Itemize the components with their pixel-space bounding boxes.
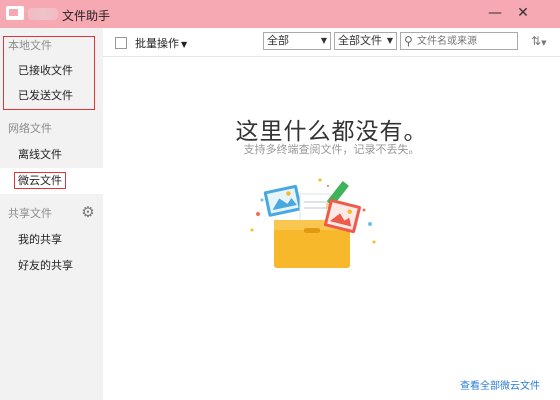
- sidebar: 本地文件 已接收文件 已发送文件 网络文件 离线文件 微云文件 共享文件 ⚙ 我…: [0, 28, 103, 400]
- empty-folder-illustration: [250, 178, 376, 268]
- type-filter-value: 全部: [267, 34, 289, 47]
- search-input[interactable]: [417, 34, 513, 48]
- sidebar-item-label: 微云文件: [14, 172, 66, 189]
- sort-button[interactable]: ⇅▼: [531, 34, 546, 48]
- sidebar-item-label: 已发送文件: [18, 89, 73, 102]
- sidebar-item-weiyun[interactable]: 微云文件: [0, 168, 103, 194]
- gear-icon[interactable]: ⚙: [80, 204, 96, 220]
- toolbar: 批量操作▼ 全部 ▼ 全部文件 ▼ ⚲ ⇅▼: [103, 28, 560, 57]
- sidebar-item-sent[interactable]: 已发送文件: [0, 83, 103, 109]
- section-header-local: 本地文件: [8, 39, 52, 52]
- section-header-network: 网络文件: [8, 122, 52, 135]
- chevron-down-icon: ▼: [541, 39, 547, 47]
- category-filter-select[interactable]: 全部文件 ▼: [334, 32, 397, 50]
- title-bar: 文件助手 — ✕: [0, 0, 560, 28]
- sidebar-item-friends-share[interactable]: 好友的共享: [0, 253, 103, 279]
- sidebar-item-offline[interactable]: 离线文件: [0, 142, 103, 168]
- minimize-button[interactable]: —: [484, 3, 506, 23]
- folder-app-icon: [6, 6, 24, 20]
- batch-operations-menu[interactable]: 批量操作 ▼: [135, 35, 187, 51]
- close-button[interactable]: ✕: [512, 3, 534, 23]
- section-header-shared: 共享文件: [8, 207, 52, 220]
- category-filter-value: 全部文件: [338, 34, 382, 47]
- chevron-down-icon: ▼: [320, 36, 327, 45]
- window-title: 文件助手: [62, 9, 111, 23]
- empty-state-subtitle: 支持多终端查阅文件，记录不丢失。: [243, 143, 420, 156]
- chevron-down-icon: ▼: [386, 36, 393, 45]
- blurred-name: [28, 8, 58, 20]
- sidebar-item-received[interactable]: 已接收文件: [0, 58, 103, 84]
- sort-icon: ⇅: [531, 34, 542, 48]
- search-box: ⚲: [400, 32, 518, 50]
- view-all-weiyun-link[interactable]: 查看全部微云文件: [460, 377, 540, 392]
- sidebar-item-label: 离线文件: [18, 148, 62, 161]
- sidebar-item-label: 好友的共享: [18, 259, 73, 272]
- type-filter-select[interactable]: 全部 ▼: [263, 32, 331, 50]
- batch-operations-label: 批量操作: [135, 37, 179, 50]
- sidebar-item-my-share[interactable]: 我的共享: [0, 227, 103, 253]
- search-icon: ⚲: [404, 34, 413, 48]
- sidebar-item-label: 已接收文件: [18, 64, 73, 77]
- select-all-checkbox[interactable]: [115, 37, 127, 49]
- sidebar-item-label: 我的共享: [18, 233, 62, 246]
- caret-down-icon: ▼: [181, 40, 188, 49]
